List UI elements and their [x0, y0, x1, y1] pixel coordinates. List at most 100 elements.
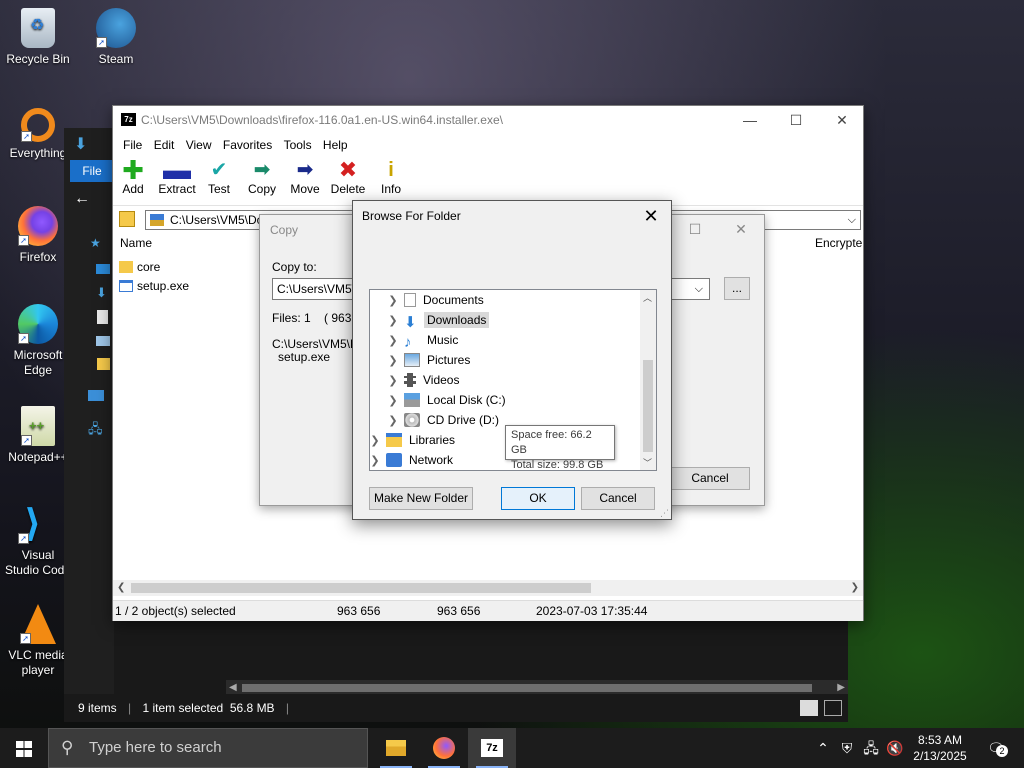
tree-item-documents[interactable]: ❯ Documents — [386, 290, 487, 310]
resize-grip-icon[interactable]: ⋰ — [660, 508, 669, 519]
sevenzip-title: C:\Users\VM5\Downloads\firefox-116.0a1.e… — [141, 113, 503, 127]
desktop-icon-label: VLC media player — [8, 648, 68, 677]
notification-center-button[interactable]: 🗨 2 — [982, 728, 1010, 768]
tree-item-music[interactable]: ❯ ♪ Music — [386, 330, 461, 350]
pictures-folder-icon[interactable] — [96, 336, 110, 346]
maximize-button[interactable]: ☐ — [773, 106, 819, 134]
tree-item-local-disk[interactable]: ❯ Local Disk (C:) — [386, 390, 509, 410]
desktop-folder-icon[interactable] — [96, 264, 110, 274]
taskbar-firefox[interactable] — [420, 728, 468, 768]
drive-space-tooltip: Space free: 66.2 GB Total size: 99.8 GB — [505, 425, 615, 471]
make-new-folder-button[interactable]: Make New Folder — [369, 487, 473, 510]
ok-button[interactable]: OK — [501, 487, 575, 510]
copy-icon: ➡ — [253, 159, 271, 181]
close-button[interactable]: ✕ — [819, 106, 865, 134]
taskbar-file-explorer[interactable] — [372, 728, 420, 768]
maximize-button[interactable]: ☐ — [672, 215, 718, 243]
network-status-icon[interactable]: 🖧 — [860, 728, 882, 768]
tree-item-videos[interactable]: ❯ Videos — [386, 370, 462, 390]
chevron-right-icon[interactable]: ❯ — [386, 391, 400, 411]
chevron-right-icon[interactable]: ❯ — [386, 311, 400, 331]
chevron-down-icon[interactable]: ⌵ — [848, 211, 856, 229]
browse-button[interactable]: ... — [724, 277, 750, 300]
chevron-right-icon[interactable]: ❯ — [386, 411, 400, 431]
scroll-up-icon[interactable]: ︿ — [643, 291, 652, 304]
info-button[interactable]: i Info — [369, 158, 413, 196]
sevenzip-horizontal-scrollbar[interactable]: ❮ ❯ — [113, 580, 863, 596]
menu-help[interactable]: Help — [323, 138, 348, 152]
folder-tree-scrollbar[interactable]: ︿ ﹀ — [640, 290, 656, 470]
show-hidden-icons-icon[interactable]: ⌃ — [812, 728, 834, 768]
windows-security-icon[interactable]: ⛨ — [836, 728, 858, 768]
this-pc-icon[interactable] — [88, 390, 104, 401]
chevron-right-icon[interactable]: ❯ — [386, 331, 400, 351]
minimize-button[interactable]: — — [727, 106, 773, 134]
taskbar-7zip[interactable]: 7z — [468, 728, 516, 768]
chevron-right-icon[interactable]: ❯ — [386, 291, 400, 311]
tree-item-downloads[interactable]: ❯ ⬇ Downloads — [386, 310, 490, 331]
chevron-down-icon[interactable]: ⌵ — [695, 279, 703, 299]
tree-item-network[interactable]: ❯ Network — [370, 450, 456, 470]
test-button[interactable]: ✔ Test — [197, 158, 241, 196]
sevenzip-scroll-thumb[interactable] — [131, 583, 591, 593]
tree-item-pictures[interactable]: ❯ Pictures — [386, 350, 473, 370]
desktop-icon-recycle-bin[interactable]: ♻ Recycle Bin — [0, 8, 76, 67]
network-icon[interactable]: 🖧 — [88, 420, 103, 442]
add-button[interactable]: ✚ Add — [111, 157, 155, 196]
close-button[interactable]: ✕ — [637, 203, 665, 229]
vscode-icon: ⟩ ➚ — [18, 504, 58, 544]
move-icon: ➡ — [296, 159, 314, 181]
folder-up-icon[interactable] — [119, 211, 135, 227]
chevron-right-icon[interactable]: ❯ — [370, 451, 382, 470]
chevron-right-icon[interactable]: ❯ — [386, 371, 400, 391]
list-item[interactable]: core — [119, 258, 160, 276]
column-header-name[interactable]: Name — [120, 236, 152, 250]
chevron-right-icon[interactable]: ❯ — [386, 351, 400, 371]
status-modified: 2023-07-03 17:35:44 — [536, 604, 648, 618]
tree-item-libraries[interactable]: ❯ Libraries — [370, 430, 458, 451]
documents-icon — [404, 293, 416, 307]
copy-cancel-button[interactable]: Cancel — [670, 467, 750, 490]
folder-tree-scroll-thumb[interactable] — [643, 360, 653, 452]
column-header-encrypted[interactable]: Encrypte — [815, 236, 862, 250]
menu-favorites[interactable]: Favorites — [223, 138, 272, 152]
volume-muted-icon[interactable]: 🔇 — [884, 728, 906, 768]
explorer-file-tab[interactable]: File — [70, 160, 114, 182]
menu-edit[interactable]: Edit — [154, 138, 175, 152]
large-icons-view-icon[interactable] — [824, 700, 842, 716]
explorer-item-count: 9 items — [78, 701, 117, 715]
scroll-right-icon[interactable]: ❯ — [851, 580, 859, 596]
taskbar-search-box[interactable]: ⚲ Type here to search — [48, 728, 368, 768]
tree-item-cd-drive[interactable]: ❯ CD Drive (D:) — [386, 410, 502, 430]
chevron-right-icon[interactable]: ❯ — [370, 431, 382, 451]
extract-button[interactable]: ▬ Extract — [155, 156, 199, 197]
menu-tools[interactable]: Tools — [284, 138, 312, 152]
start-button[interactable] — [0, 728, 48, 768]
sevenzip-titlebar[interactable]: 7z C:\Users\VM5\Downloads\firefox-116.0a… — [113, 106, 863, 134]
taskbar-clock[interactable]: 8:53 AM 2/13/2025 — [908, 732, 972, 764]
documents-folder-icon[interactable] — [97, 310, 108, 324]
explorer-scroll-thumb[interactable] — [242, 684, 812, 692]
menu-view[interactable]: View — [186, 138, 212, 152]
browse-cancel-button[interactable]: Cancel — [581, 487, 655, 510]
move-button[interactable]: ➡ Move — [283, 158, 327, 196]
list-item[interactable]: setup.exe — [119, 277, 189, 295]
desktop-icon-steam[interactable]: ➚ Steam — [78, 8, 154, 67]
details-view-icon[interactable] — [800, 700, 818, 716]
menu-file[interactable]: File — [123, 138, 142, 152]
delete-icon: ✖ — [338, 157, 358, 182]
info-icon: i — [388, 159, 394, 181]
downloads-folder-icon[interactable]: ⬇ — [96, 285, 107, 301]
yellow-folder-icon[interactable] — [97, 358, 110, 370]
everything-icon: ➚ — [21, 108, 55, 142]
sevenzip-toolbar: ✚ Add ▬ Extract ✔ Test ➡ Copy ➡ Move ✖ D… — [113, 156, 863, 206]
close-button[interactable]: ✕ — [718, 215, 764, 243]
back-arrow-icon[interactable]: ← — [74, 190, 90, 208]
delete-button[interactable]: ✖ Delete — [326, 157, 370, 197]
quick-access-star-icon[interactable]: ★ — [90, 236, 101, 250]
sevenzip-menubar: File Edit View Favorites Tools Help — [113, 134, 863, 156]
scroll-down-icon[interactable]: ﹀ — [643, 456, 652, 469]
copy-button[interactable]: ➡ Copy — [240, 158, 284, 196]
clock-time: 8:53 AM — [917, 733, 963, 747]
scroll-left-icon[interactable]: ❮ — [117, 580, 125, 596]
